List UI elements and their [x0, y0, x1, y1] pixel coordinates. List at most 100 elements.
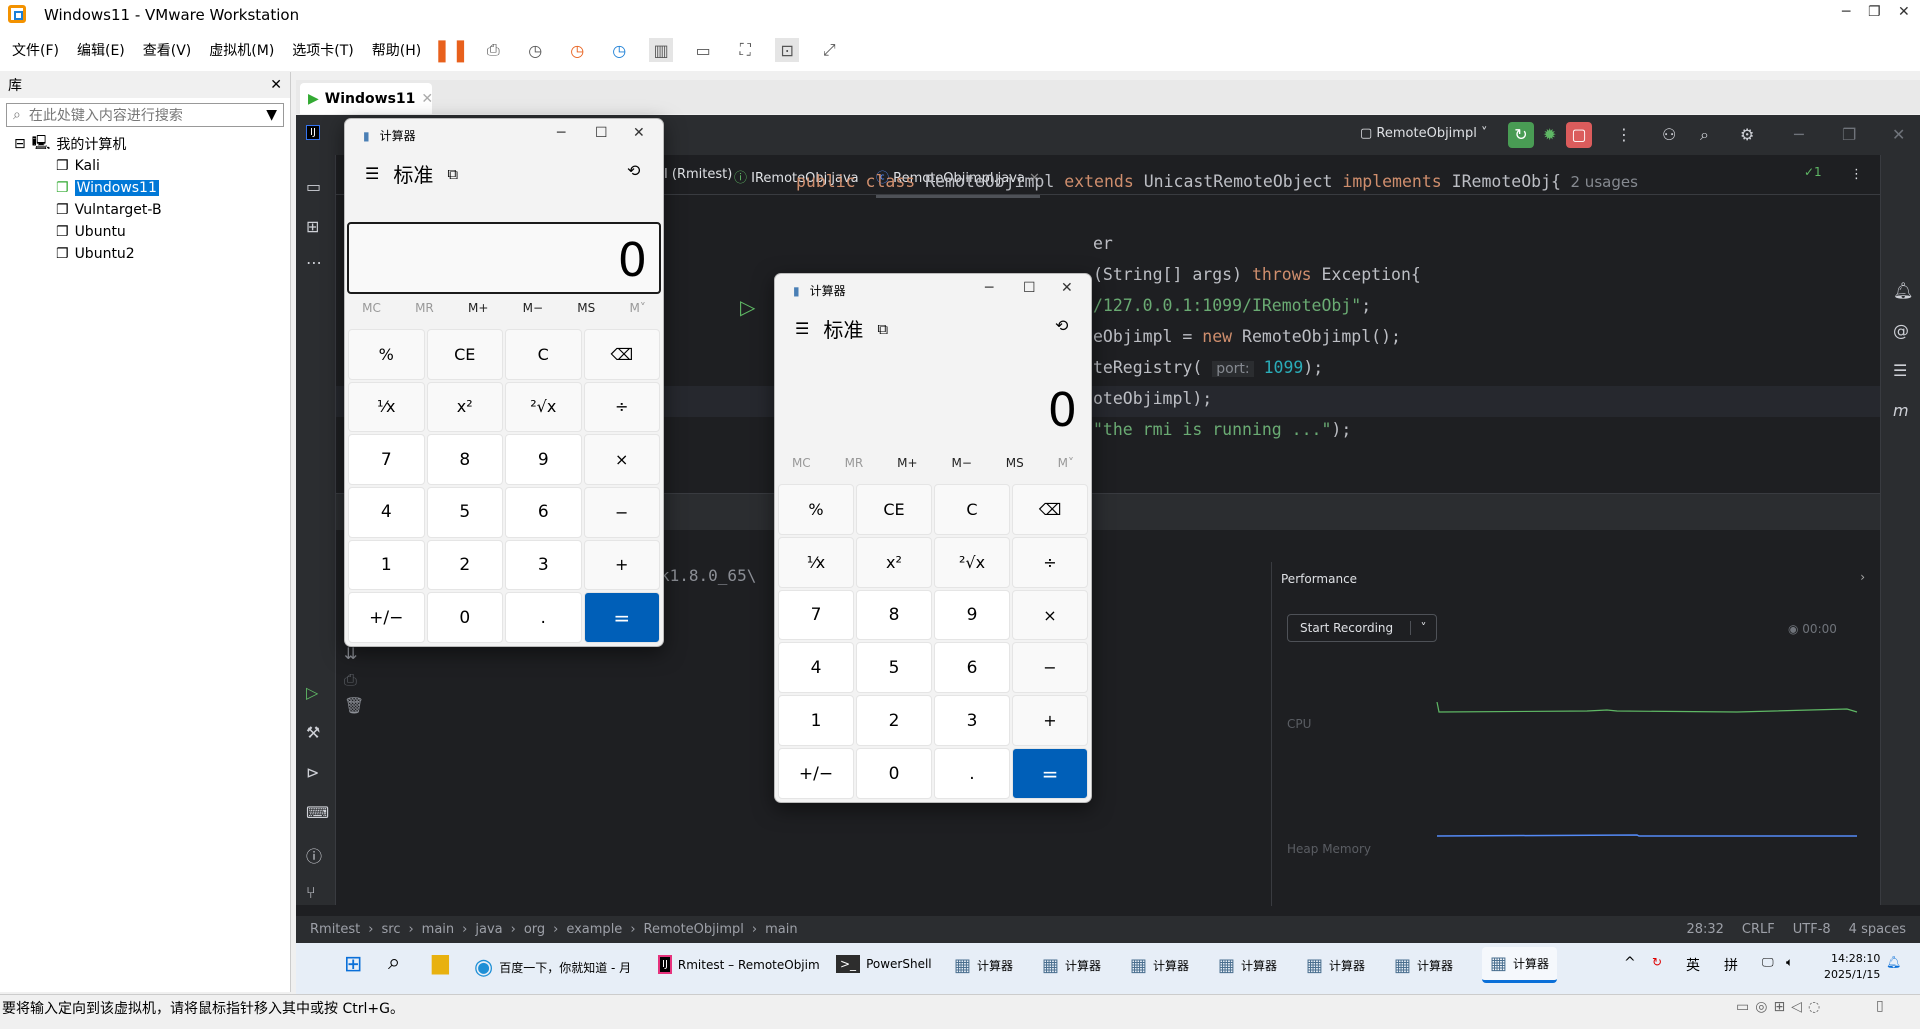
start-icon[interactable]: ⊞: [344, 952, 362, 977]
ide-restore-icon[interactable]: ❐: [1842, 125, 1856, 144]
calc-close-button[interactable]: ✕: [633, 125, 645, 141]
calc-button-15[interactable]: −: [583, 487, 660, 538]
tree-item-ubuntu[interactable]: ❐ Ubuntu: [0, 221, 290, 243]
breadcrumb-item[interactable]: RemoteObjimpl: [644, 922, 744, 937]
calc-button-1[interactable]: CE: [856, 484, 932, 535]
taskbar-edge[interactable]: ◉ 百度一下，你就知道 - 月: [474, 955, 631, 980]
collapse-icon[interactable]: ⊟: [14, 136, 26, 152]
calc-button-23[interactable]: =: [583, 592, 660, 643]
hamburger-menu-icon[interactable]: ☰: [365, 164, 379, 183]
calc-minimize-button[interactable]: ─: [985, 280, 993, 296]
print-icon[interactable]: ⎙: [344, 670, 357, 690]
snapshot-manager-icon[interactable]: ◷: [607, 38, 631, 62]
calc-button-9[interactable]: 8: [426, 434, 503, 485]
database-icon[interactable]: ☰: [1893, 361, 1907, 380]
search-icon[interactable]: ⌕: [1700, 125, 1709, 145]
calc-button-5[interactable]: x²: [426, 381, 503, 433]
structure-icon[interactable]: ⊞: [306, 217, 319, 236]
calc-button-23[interactable]: =: [1012, 748, 1088, 799]
memory-button-1[interactable]: MR: [845, 456, 864, 470]
calc-button-12[interactable]: 4: [778, 642, 854, 694]
calc-button-20[interactable]: +/−: [778, 748, 854, 799]
chevron-down-icon[interactable]: ˅: [1410, 621, 1436, 635]
menu-view[interactable]: 查看(V): [143, 40, 192, 60]
inspection-widget[interactable]: ✓1: [1804, 165, 1822, 179]
keep-on-top-icon[interactable]: ⧉: [877, 320, 888, 338]
status-pos[interactable]: 28:32: [1686, 922, 1723, 937]
ide-close-icon[interactable]: ✕: [1892, 125, 1905, 144]
project-icon[interactable]: ▭: [306, 177, 321, 196]
ime-language[interactable]: 英: [1686, 955, 1700, 975]
snapshot-icon[interactable]: ◷: [523, 38, 547, 62]
calc-button-17[interactable]: 2: [856, 695, 932, 747]
pause-icon[interactable]: ❚❚: [433, 38, 470, 63]
ide-minimize-icon[interactable]: ─: [1794, 125, 1804, 144]
taskbar-calculator[interactable]: ▦ 计算器: [1306, 955, 1365, 976]
more-icon[interactable]: ⋮: [1616, 125, 1632, 144]
breadcrumb-item[interactable]: Rmitest: [310, 922, 360, 937]
git-icon[interactable]: ⑂: [306, 883, 316, 902]
calc-button-20[interactable]: +/−: [348, 592, 425, 643]
notification-bell-icon[interactable]: 🔔︎: [1886, 955, 1901, 969]
vm-tab-close-icon[interactable]: ✕: [421, 91, 433, 107]
calc-button-19[interactable]: +: [1012, 695, 1088, 747]
maven-icon[interactable]: m: [1893, 401, 1909, 420]
calc-button-6[interactable]: ²√x: [505, 381, 582, 433]
tree-item-ubuntu2[interactable]: ❐ Ubuntu2: [0, 243, 290, 265]
device-status-icons[interactable]: ▭◎⊞◁◌: [1736, 999, 1826, 1015]
calc-button-13[interactable]: 5: [426, 487, 503, 538]
dropdown-icon[interactable]: ▼: [266, 107, 277, 123]
message-log-icon[interactable]: ▯: [1876, 998, 1884, 1014]
menu-file[interactable]: 文件(F): [12, 40, 59, 60]
taskbar-powershell[interactable]: >_ PowerShell: [836, 955, 932, 973]
debug-icon[interactable]: ✹: [1543, 125, 1556, 144]
memory-button-4[interactable]: MS: [1006, 456, 1024, 470]
memory-button-3[interactable]: M−: [523, 301, 543, 315]
build-icon[interactable]: ⚒: [306, 723, 320, 742]
calc-button-16[interactable]: 1: [778, 695, 854, 747]
library-search-input[interactable]: ⌕ 在此处键入内容进行搜索 ▼: [6, 103, 284, 127]
menu-help[interactable]: 帮助(H): [372, 40, 421, 60]
calc-button-2[interactable]: C: [934, 484, 1010, 535]
memory-button-3[interactable]: M−: [951, 456, 971, 470]
terminal-icon[interactable]: ⌨: [306, 803, 329, 822]
taskbar-calculator[interactable]: ▦ 计算器: [1394, 955, 1453, 976]
breadcrumb-item[interactable]: org: [524, 922, 545, 937]
calc-button-7[interactable]: ÷: [583, 381, 660, 433]
calc-button-9[interactable]: 8: [856, 589, 932, 641]
usages-hint[interactable]: 2 usages: [1571, 173, 1638, 191]
taskbar-calculator[interactable]: ▦ 计算器: [1042, 955, 1101, 976]
breadcrumb-item[interactable]: java: [475, 922, 502, 937]
minimize-button[interactable]: ─: [1842, 4, 1850, 20]
calc-button-14[interactable]: 6: [505, 487, 582, 538]
tree-item-vulntarget-b[interactable]: ❐ Vulntarget-B: [0, 199, 290, 221]
calc-button-22[interactable]: .: [505, 592, 582, 643]
calc-button-19[interactable]: +: [583, 539, 660, 591]
calc-button-3[interactable]: ⌫: [1012, 484, 1088, 535]
vm-tab-windows11[interactable]: ▶ Windows11 ✕: [300, 83, 433, 114]
calc-close-button[interactable]: ✕: [1061, 280, 1073, 296]
status-enc[interactable]: UTF-8: [1793, 922, 1831, 937]
library-view-icon[interactable]: ▥: [649, 38, 674, 62]
sync-icon[interactable]: ↻: [1652, 955, 1662, 969]
calc-button-16[interactable]: 1: [348, 539, 425, 591]
expand-icon[interactable]: ›: [1860, 570, 1865, 584]
calc-button-7[interactable]: ÷: [1012, 536, 1088, 588]
menu-vm[interactable]: 虚拟机(M): [209, 40, 274, 60]
calc-button-4[interactable]: ¹⁄x: [348, 381, 425, 433]
problems-icon[interactable]: ⓘ: [306, 843, 322, 867]
calc-maximize-button[interactable]: ☐: [595, 125, 608, 141]
calc-button-1[interactable]: CE: [426, 329, 503, 380]
stop-icon[interactable]: ▢: [1566, 122, 1592, 148]
calc-button-3[interactable]: ⌫: [583, 329, 660, 380]
memory-button-2[interactable]: M+: [897, 456, 917, 470]
tree-item-windows11[interactable]: ❐ Windows11: [0, 177, 290, 199]
calc-button-15[interactable]: −: [1012, 642, 1088, 694]
calc-button-0[interactable]: %: [348, 329, 425, 380]
settings-gear-icon[interactable]: ⚙: [1740, 125, 1754, 144]
taskbar-calculator[interactable]: ▦ 计算器: [954, 955, 1013, 976]
calc-button-6[interactable]: ²√x: [934, 536, 1010, 588]
network-icon[interactable]: 🖵︎: [1762, 955, 1774, 970]
ime-mode[interactable]: 拼: [1724, 955, 1738, 975]
menu-tabs[interactable]: 选项卡(T): [292, 40, 353, 60]
